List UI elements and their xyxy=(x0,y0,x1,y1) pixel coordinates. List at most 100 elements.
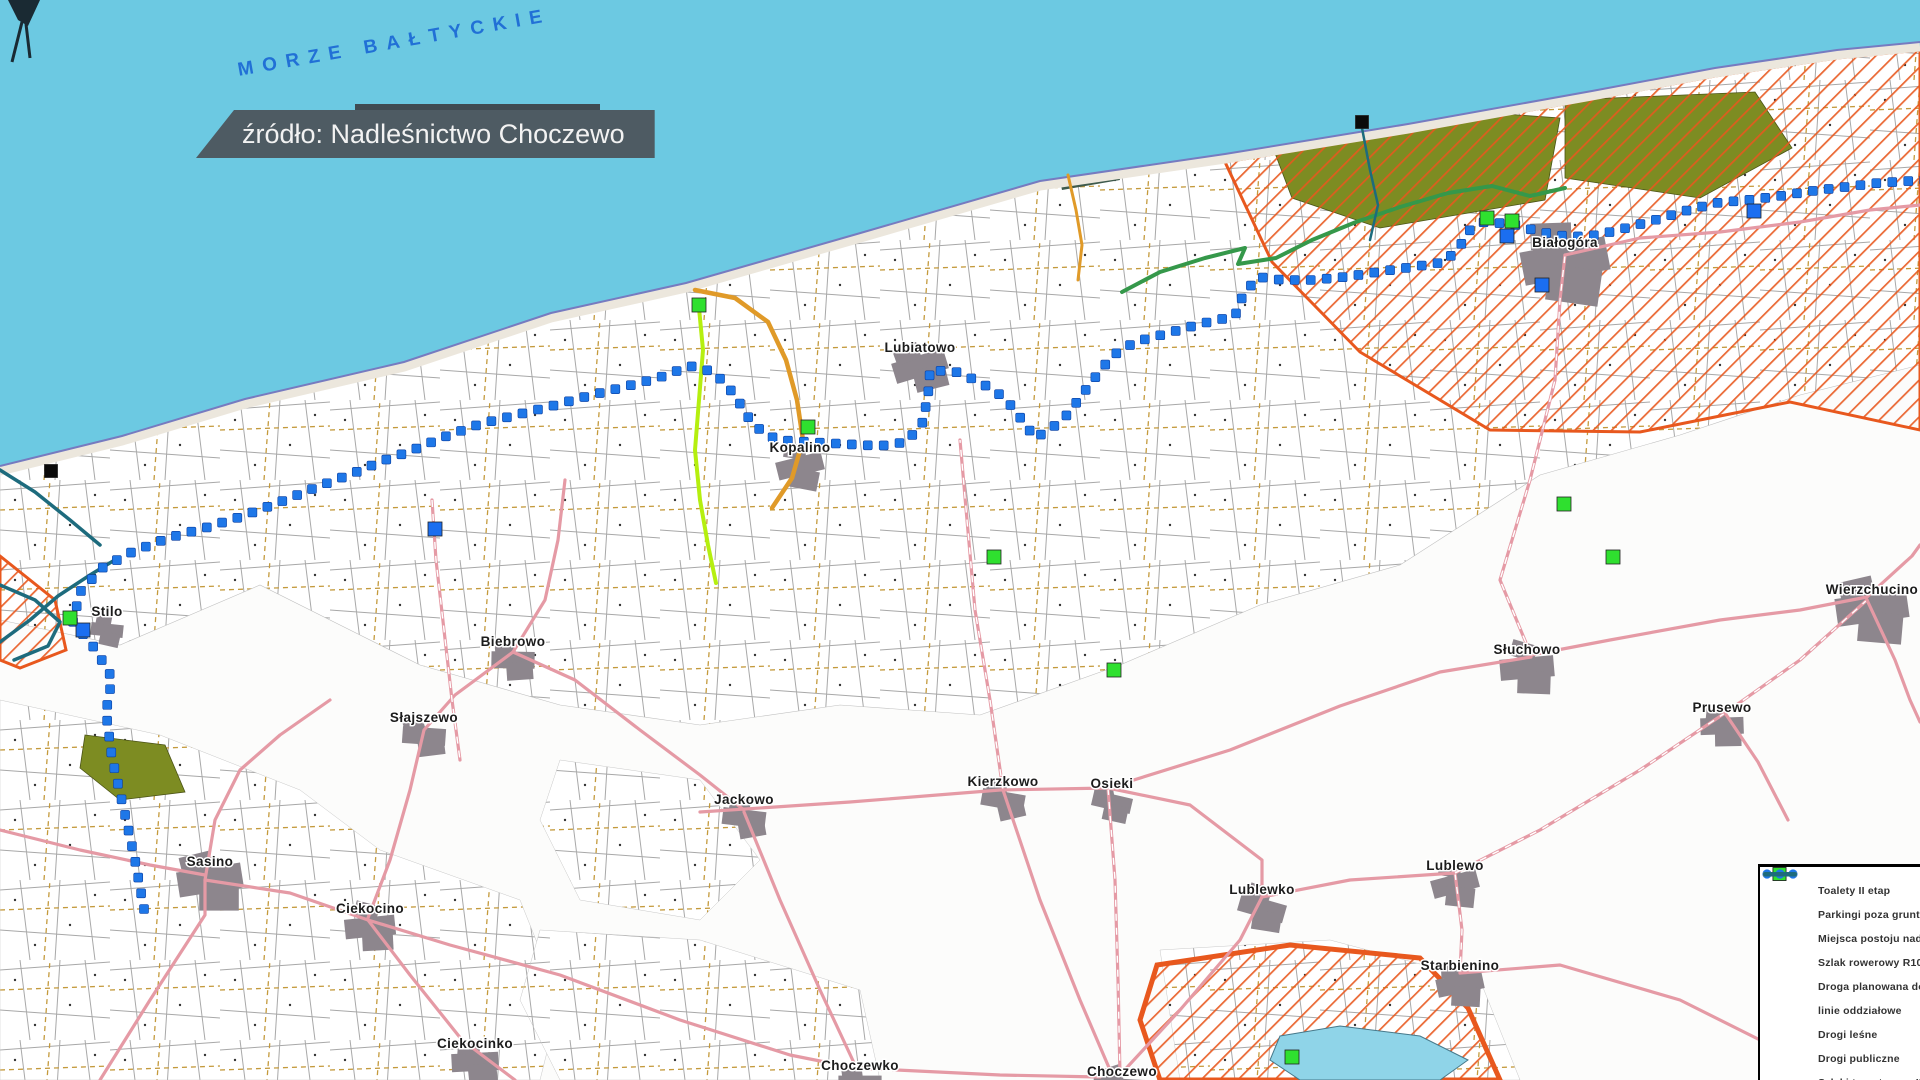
route-dot xyxy=(1306,276,1315,285)
route-dot xyxy=(580,393,589,402)
route-dot xyxy=(1101,360,1110,369)
town-label: Sasino xyxy=(187,854,234,869)
route-dot xyxy=(1651,215,1660,224)
route-dot xyxy=(895,438,904,447)
route-dot xyxy=(1465,226,1474,235)
route-dot xyxy=(642,377,651,386)
route-dot xyxy=(925,371,934,380)
legend-item-label: linie oddziałowe xyxy=(1818,1005,1902,1017)
route-dot xyxy=(1370,268,1379,277)
route-dot xyxy=(1187,322,1196,331)
route-dot xyxy=(1072,398,1081,407)
route-dot xyxy=(137,889,146,898)
route-dot xyxy=(1824,184,1833,193)
route-dot xyxy=(1777,191,1786,200)
route-dot xyxy=(89,642,98,651)
route-dot xyxy=(921,403,930,412)
route-dot xyxy=(755,424,764,433)
route-dot xyxy=(1354,270,1363,279)
route-dot xyxy=(131,857,140,866)
marker-parking xyxy=(1535,278,1549,292)
route-dot xyxy=(367,461,376,470)
route-dot xyxy=(112,556,121,565)
marker-rest-area xyxy=(692,298,706,312)
source-attribution-text: źródło: Nadleśnictwo Choczewo xyxy=(242,119,625,150)
route-dot xyxy=(1495,219,1504,228)
town-label: Starbienino xyxy=(1421,958,1500,973)
route-dot xyxy=(1667,211,1676,220)
route-dot xyxy=(1218,314,1227,323)
route-dot xyxy=(105,732,114,741)
route-dot xyxy=(1792,189,1801,198)
route-dot xyxy=(106,685,115,694)
legend-item-label: Drogi leśne xyxy=(1818,1029,1877,1041)
route-dot xyxy=(1025,426,1034,435)
route-dot xyxy=(487,417,496,426)
route-dot xyxy=(502,413,511,422)
route-dot xyxy=(1036,430,1045,439)
route-dot xyxy=(233,513,242,522)
route-dot xyxy=(72,602,81,611)
route-dot xyxy=(716,374,725,383)
route-dot xyxy=(549,401,558,410)
legend-item-label: Parkingi poza gruntami xyxy=(1818,909,1920,921)
route-dot xyxy=(1290,276,1299,285)
town-label: Ciekocinko xyxy=(437,1036,513,1051)
marker-rest-area xyxy=(63,611,77,625)
town-label: Stilo xyxy=(91,604,122,619)
route-dot xyxy=(1682,206,1691,215)
route-dot xyxy=(1231,309,1240,318)
route-dot xyxy=(657,372,666,381)
route-dot xyxy=(1745,195,1754,204)
route-dot xyxy=(1112,349,1121,358)
route-dot xyxy=(1274,275,1283,284)
route-dot xyxy=(124,826,133,835)
route-dot xyxy=(1904,177,1913,186)
route-dot xyxy=(1050,421,1059,430)
route-dot xyxy=(322,479,331,488)
marker-rest-area xyxy=(1285,1050,1299,1064)
route-dot xyxy=(1386,266,1395,275)
route-dot xyxy=(533,405,542,414)
route-dot xyxy=(1338,273,1347,282)
map-screenshot: LubiatowoKopalinoBiałogóraWierzchucinoSł… xyxy=(0,0,1920,1080)
route-dot xyxy=(924,387,933,396)
town-label: Jackowo xyxy=(714,792,774,807)
legend-item: Szlaki turystyczne II et xyxy=(1772,1071,1920,1080)
route-dot xyxy=(218,518,227,527)
route-dot xyxy=(687,362,696,371)
route-dot xyxy=(1006,401,1015,410)
legend-item: Szlak rowerowy R10 xyxy=(1772,951,1920,975)
town-label: Słuchowo xyxy=(1494,642,1561,657)
route-dot xyxy=(1888,178,1897,187)
legend-item: linie oddziałowe xyxy=(1772,999,1920,1023)
route-dot xyxy=(140,905,149,914)
route-dot xyxy=(967,374,976,383)
route-dot xyxy=(397,450,406,459)
route-dot xyxy=(126,548,135,557)
route-dot xyxy=(1808,186,1817,195)
town-label: Lublewo xyxy=(1426,858,1484,873)
route-dot xyxy=(1457,239,1466,248)
route-dot xyxy=(1761,193,1770,202)
legend-item-label: Droga planowana do re xyxy=(1818,981,1920,993)
source-label-fold xyxy=(355,104,600,111)
route-dot xyxy=(202,523,211,532)
route-dot xyxy=(278,497,287,506)
route-dot xyxy=(472,421,481,430)
legend-item-label: Drogi publiczne xyxy=(1818,1053,1900,1065)
marker-toilets xyxy=(45,465,58,478)
route-dot xyxy=(1621,224,1630,233)
route-dot xyxy=(1156,331,1165,340)
map-legend: Toalety II etapParkingi poza gruntamiMie… xyxy=(1758,864,1920,1080)
route-dot xyxy=(831,439,840,448)
legend-item: Parkingi poza gruntami xyxy=(1772,903,1920,927)
route-dot xyxy=(1605,228,1614,237)
route-dot xyxy=(1713,198,1722,207)
route-dot xyxy=(1062,411,1071,420)
route-dot xyxy=(863,441,872,450)
marker-parking xyxy=(1747,204,1761,218)
route-dot xyxy=(735,399,744,408)
legend-item: Miejsca postoju nadleś xyxy=(1772,927,1920,951)
marker-toilets xyxy=(1356,116,1369,129)
